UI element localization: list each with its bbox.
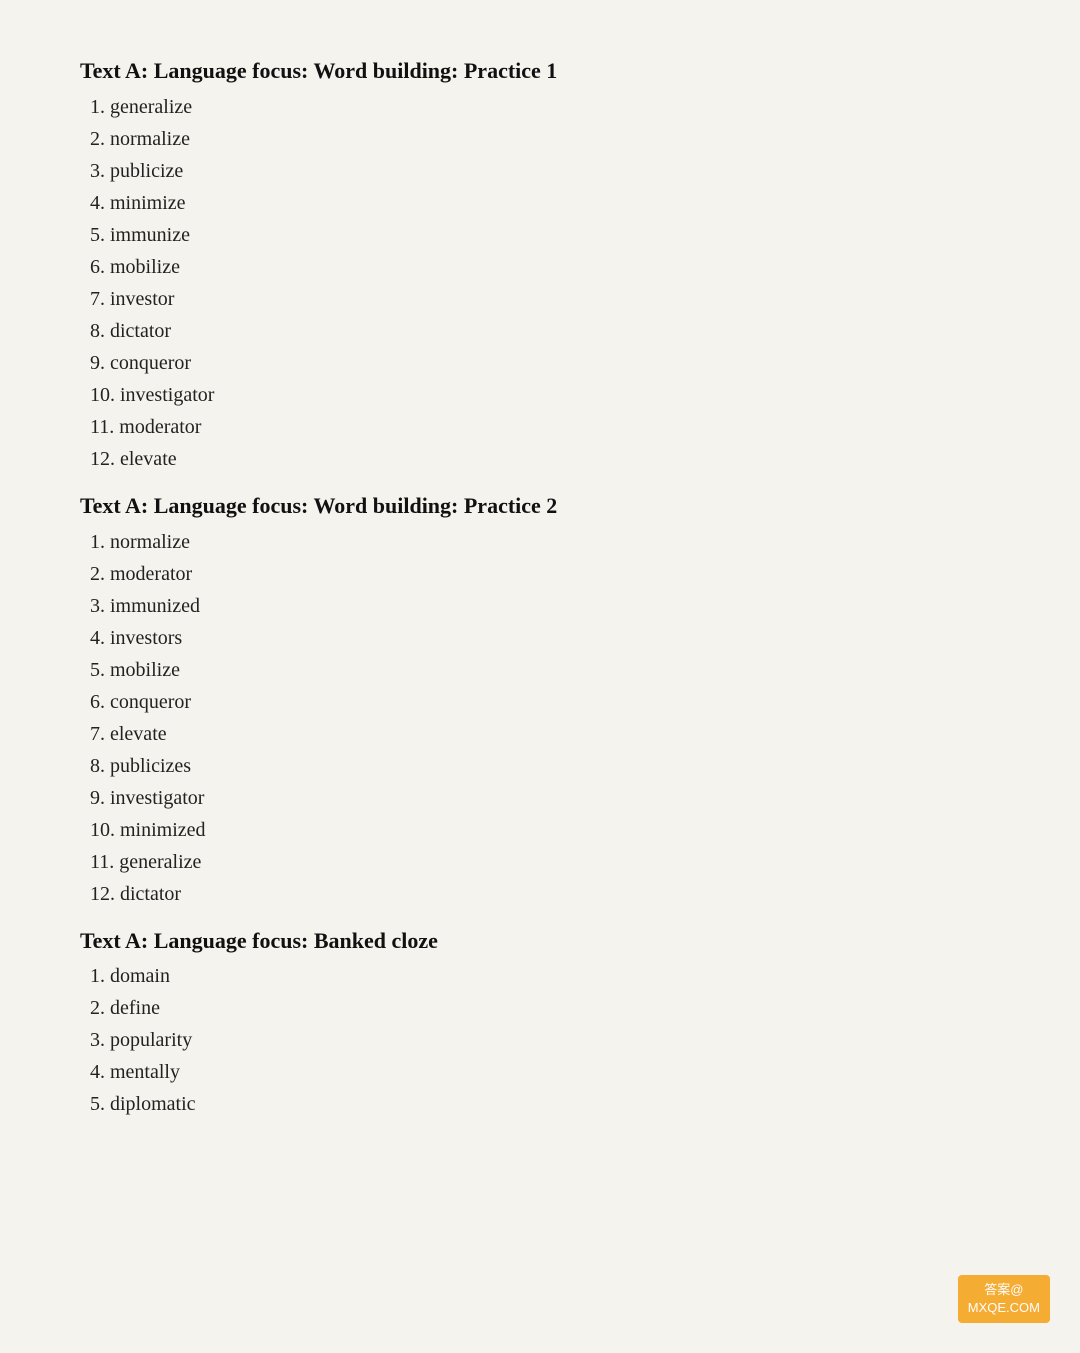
list-item: 1. domain [80, 960, 1000, 992]
list-item: 8. publicizes [80, 750, 1000, 782]
watermark: 答案@ MXQE.COM [958, 1275, 1050, 1323]
section-title-banked-cloze: Text A: Language focus: Banked cloze [80, 926, 1000, 957]
list-item: 9. investigator [80, 782, 1000, 814]
list-item: 11. generalize [80, 846, 1000, 878]
list-item: 5. immunize [80, 219, 1000, 251]
list-item: 3. immunized [80, 590, 1000, 622]
list-item: 9. conqueror [80, 347, 1000, 379]
list-item: 10. minimized [80, 814, 1000, 846]
section-title-practice2: Text A: Language focus: Word building: P… [80, 491, 1000, 522]
list-item: 12. dictator [80, 878, 1000, 910]
page-content: Text A: Language focus: Word building: P… [80, 56, 1000, 1120]
list-item: 5. mobilize [80, 654, 1000, 686]
list-item: 12. elevate [80, 443, 1000, 475]
list-item: 3. publicize [80, 155, 1000, 187]
list-item: 2. define [80, 992, 1000, 1024]
watermark-line1: 答案@ [968, 1281, 1040, 1299]
list-item: 3. popularity [80, 1024, 1000, 1056]
list-item: 6. mobilize [80, 251, 1000, 283]
list-item: 1. generalize [80, 91, 1000, 123]
list-item: 10. investigator [80, 379, 1000, 411]
list-item: 4. investors [80, 622, 1000, 654]
list-item: 4. minimize [80, 187, 1000, 219]
list-item: 2. moderator [80, 558, 1000, 590]
list-item: 4. mentally [80, 1056, 1000, 1088]
list-item: 7. investor [80, 283, 1000, 315]
list-item: 5. diplomatic [80, 1088, 1000, 1120]
list-item: 6. conqueror [80, 686, 1000, 718]
list-item: 11. moderator [80, 411, 1000, 443]
section-title-practice1: Text A: Language focus: Word building: P… [80, 56, 1000, 87]
list-item: 2. normalize [80, 123, 1000, 155]
list-item: 7. elevate [80, 718, 1000, 750]
list-item: 1. normalize [80, 526, 1000, 558]
list-item: 8. dictator [80, 315, 1000, 347]
watermark-line2: MXQE.COM [968, 1299, 1040, 1317]
